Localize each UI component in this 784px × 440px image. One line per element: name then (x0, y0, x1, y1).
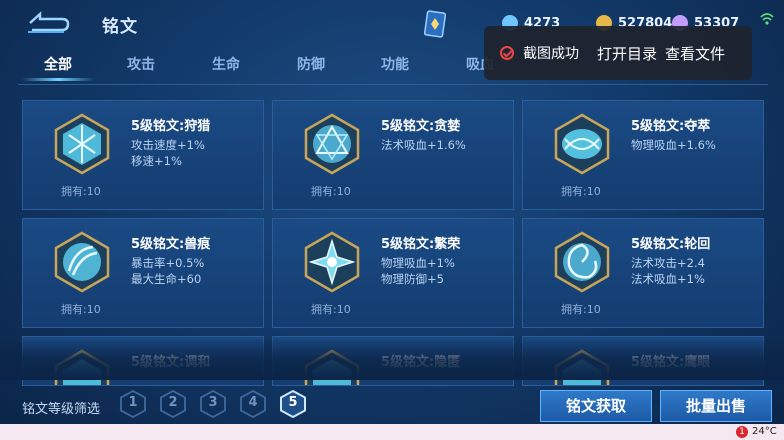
inscription-card[interactable]: 拥有:10 5级铭文:夺萃 物理吸血+1.6% (522, 100, 764, 210)
inscription-name: 5级铭文:轮回 (631, 237, 711, 252)
level-filter-4[interactable]: 4 (240, 389, 266, 419)
level-filter-label: 铭文等级筛选 (22, 402, 101, 417)
tab-defense[interactable]: 防御 (297, 54, 325, 74)
tab-all[interactable]: 全部 (44, 54, 72, 74)
level-label: 5 (288, 395, 298, 410)
tab-attack[interactable]: 攻击 (127, 54, 155, 74)
inscription-book-icon[interactable] (424, 10, 446, 38)
inscription-card[interactable]: 拥有:10 5级铭文:贪婪 法术吸血+1.6% (272, 100, 514, 210)
tabs-divider (18, 84, 768, 85)
owned-count: 拥有:10 (61, 185, 101, 198)
inscription-card[interactable]: 拥有:10 5级铭文:轮回 法术攻击+2.4 法术吸血+1% (522, 218, 764, 328)
page-title: 铭文 (102, 17, 138, 37)
inscription-gem-icon (54, 231, 110, 293)
inscription-attr: 物理防御+5 (381, 272, 444, 286)
level-label: 1 (128, 395, 138, 410)
obtain-inscription-button[interactable]: 铭文获取 (540, 390, 652, 422)
level-label: 4 (248, 395, 258, 410)
tab-function[interactable]: 功能 (381, 54, 409, 74)
owned-count: 拥有:10 (311, 303, 351, 316)
level-filter-3[interactable]: 3 (200, 389, 226, 419)
bottom-bar: 铭文等级筛选 1 2 3 4 5 铭文获取 批量出售 (0, 384, 784, 424)
inscription-gem-icon (304, 231, 360, 293)
inscription-name: 5级铭文:狩猎 (131, 119, 211, 134)
inscription-name: 5级铭文:繁荣 (381, 237, 461, 252)
temperature-readout: 24°C (752, 426, 777, 437)
inscription-attr: 物理吸血+1.6% (631, 138, 716, 152)
inscription-name: 5级铭文:调和 (131, 355, 211, 370)
inscription-gem-icon (54, 113, 110, 175)
level-filter-1[interactable]: 1 (120, 389, 146, 419)
level-label: 2 (168, 395, 178, 410)
owned-count: 拥有:10 (561, 303, 601, 316)
inscription-name: 5级铭文:兽痕 (131, 237, 211, 252)
inscription-attr: 攻击速度+1% (131, 138, 205, 152)
wifi-icon (760, 13, 774, 25)
level-filter-5[interactable]: 5 (280, 389, 306, 419)
view-file-link[interactable]: 查看文件 (665, 43, 725, 64)
active-tab-indicator (22, 78, 94, 81)
inscription-card[interactable]: 拥有:10 5级铭文:狩猎 攻击速度+1% 移速+1% (22, 100, 264, 210)
inscription-gem-icon (554, 349, 610, 385)
notification-badge[interactable]: 1 (736, 426, 748, 438)
inscription-attr: 物理吸血+1% (381, 256, 455, 270)
owned-count: 拥有:10 (561, 185, 601, 198)
inscription-attr: 法术吸血+1% (631, 272, 705, 286)
inscription-card[interactable]: 5级铭文:隐匿 (272, 336, 514, 386)
owned-count: 拥有:10 (311, 185, 351, 198)
toast-message: 截图成功 (523, 46, 579, 62)
batch-sell-button[interactable]: 批量出售 (660, 390, 772, 422)
inscription-gem-icon (54, 349, 110, 385)
inscription-card[interactable]: 5级铭文:鹰眼 (522, 336, 764, 386)
inscription-card[interactable]: 拥有:10 5级铭文:繁荣 物理吸血+1% 物理防御+5 (272, 218, 514, 328)
inscription-gem-icon (304, 349, 360, 385)
inscription-card[interactable]: 5级铭文:调和 (22, 336, 264, 386)
inscription-attr: 法术攻击+2.4 (631, 256, 705, 270)
check-circle-icon (500, 46, 514, 60)
inscription-attr: 法术吸血+1.6% (381, 138, 466, 152)
inscription-name: 5级铭文:隐匿 (381, 355, 461, 370)
level-filter-2[interactable]: 2 (160, 389, 186, 419)
owned-count: 拥有:10 (61, 303, 101, 316)
inscription-name: 5级铭文:贪婪 (381, 119, 461, 134)
inscription-attr: 暴击率+0.5% (131, 256, 205, 270)
inscription-attr: 最大生命+60 (131, 272, 202, 286)
back-arrow-icon[interactable] (22, 10, 70, 36)
inscription-attr: 移速+1% (131, 154, 182, 168)
inscription-card[interactable]: 拥有:10 5级铭文:兽痕 暴击率+0.5% 最大生命+60 (22, 218, 264, 328)
inscription-name: 5级铭文:鹰眼 (631, 355, 711, 370)
inscription-gem-icon (554, 113, 610, 175)
inscription-gem-icon (304, 113, 360, 175)
inscription-gem-icon (554, 231, 610, 293)
inscription-name: 5级铭文:夺萃 (631, 119, 711, 134)
system-status-bar: 1 24°C (0, 424, 784, 440)
screenshot-toast: 截图成功 打开目录 查看文件 (484, 26, 752, 80)
level-label: 3 (208, 395, 218, 410)
open-directory-link[interactable]: 打开目录 (597, 43, 657, 64)
tab-health[interactable]: 生命 (212, 54, 240, 74)
